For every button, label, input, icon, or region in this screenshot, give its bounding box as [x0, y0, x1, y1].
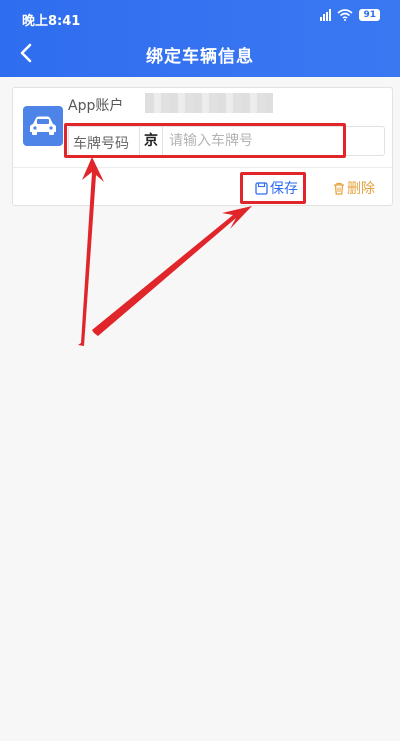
delete-button[interactable]: 删除: [333, 178, 375, 198]
wifi-icon: [337, 9, 353, 21]
status-bar: 晚上8:41 91: [0, 0, 400, 36]
app-header: 晚上8:41 91 绑定车辆信息: [0, 0, 400, 77]
annotation-arrow-right: [92, 206, 252, 336]
delete-button-label: 删除: [347, 181, 375, 197]
account-value-blurred: [145, 93, 273, 113]
account-label: App账户: [68, 98, 124, 114]
status-icons: 91: [320, 9, 380, 21]
annotation-box-plate: [64, 123, 346, 158]
trash-icon: [334, 182, 344, 195]
status-time: 晚上8:41: [22, 14, 81, 29]
car-icon: [23, 106, 63, 146]
annotation-box-save: [240, 172, 306, 204]
signal-icon: [320, 9, 332, 21]
page-title: 绑定车辆信息: [146, 47, 254, 67]
divider: [13, 167, 392, 168]
battery-icon: 91: [359, 9, 380, 21]
